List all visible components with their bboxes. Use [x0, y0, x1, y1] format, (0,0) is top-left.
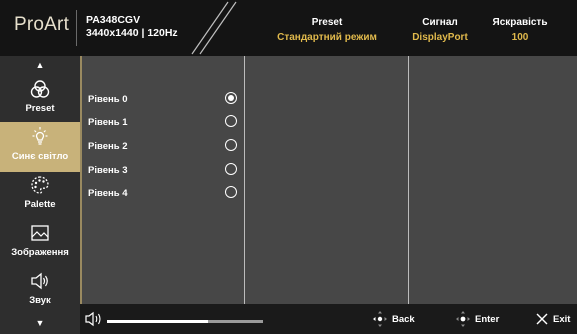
blue-light-icon [32, 127, 48, 145]
back-button[interactable]: Back [372, 309, 422, 329]
option-level-1[interactable]: Рівень 1 [88, 114, 238, 132]
osd-sidebar: ▲ Preset Синє світло Palette Зображення … [0, 56, 80, 334]
radio-icon[interactable] [225, 186, 237, 198]
option-label: Рівень 2 [88, 141, 128, 152]
header-slash-decoration [191, 1, 237, 55]
brightness-status-label: Яскравість [492, 17, 548, 28]
close-icon [536, 313, 548, 325]
preset-status-label: Preset [311, 17, 343, 28]
joystick-left-icon [373, 311, 387, 327]
enter-label: Enter [475, 314, 500, 325]
sidebar-item-blue-light[interactable]: Синє світло [0, 122, 80, 172]
osd-window: ProArt PA348CGV 3440x1440 | 120Hz Preset… [0, 0, 577, 334]
back-label: Back [392, 314, 415, 325]
logo-divider [76, 10, 77, 46]
sidebar-item-preset[interactable]: Preset [0, 74, 80, 124]
option-label: Рівень 0 [88, 94, 128, 105]
option-level-2[interactable]: Рівень 2 [88, 138, 238, 156]
sidebar-item-palette[interactable]: Palette [0, 170, 80, 220]
option-level-0[interactable]: Рівень 0 [88, 91, 238, 109]
brightness-status: Яскравість 100 [480, 15, 560, 45]
sidebar-item-image[interactable]: Зображення [0, 218, 80, 268]
sidebar-item-label: Синє світло [11, 151, 69, 162]
signal-status-label: Сигнал [422, 17, 458, 28]
volume-icon [85, 311, 101, 327]
signal-status-value: DisplayPort [412, 32, 468, 43]
proart-logo: ProArt [14, 14, 70, 35]
model-info: PA348CGV 3440x1440 | 120Hz [86, 14, 178, 40]
joystick-press-icon [456, 311, 470, 327]
radio-icon[interactable] [225, 163, 237, 175]
column-divider-2 [408, 56, 409, 304]
sidebar-panel-divider [80, 56, 82, 304]
sidebar-item-label: Preset [25, 103, 55, 114]
palette-icon [31, 176, 49, 194]
option-level-3[interactable]: Рівень 3 [88, 162, 238, 180]
sidebar-item-label: Звук [29, 295, 51, 306]
exit-label: Exit [553, 314, 571, 325]
brightness-status-value: 100 [511, 32, 529, 43]
volume-slider-fill [107, 320, 209, 323]
radio-selected-icon[interactable] [225, 92, 237, 104]
scroll-up-icon[interactable]: ▲ [0, 60, 80, 70]
option-label: Рівень 1 [88, 117, 128, 128]
osd-header: ProArt PA348CGV 3440x1440 | 120Hz Preset… [0, 0, 577, 56]
sidebar-item-sound[interactable]: Звук [0, 266, 80, 316]
radio-icon[interactable] [225, 115, 237, 127]
preset-icon [30, 80, 50, 98]
option-label: Рівень 4 [88, 188, 128, 199]
image-icon [31, 225, 49, 241]
resolution-info: 3440x1440 | 120Hz [86, 27, 178, 39]
scroll-down-icon[interactable]: ▼ [0, 318, 80, 328]
option-level-4[interactable]: Рівень 4 [88, 185, 238, 203]
preset-status-value: Стандартний режим [277, 32, 377, 43]
enter-button[interactable]: Enter [455, 309, 515, 329]
osd-footer: Back Enter Exit [80, 304, 577, 334]
exit-button[interactable]: Exit [535, 309, 575, 329]
option-label: Рівень 3 [88, 165, 128, 176]
options-panel: Рівень 0 Рівень 1 Рівень 2 Рівень 3 Ріве… [80, 56, 577, 304]
speaker-icon [31, 272, 48, 290]
model-name: PA348CGV [86, 14, 141, 26]
preset-status: Preset Стандартний режим [262, 15, 392, 45]
signal-status: Сигнал DisplayPort [400, 15, 480, 45]
column-divider-1 [244, 56, 245, 304]
radio-icon[interactable] [225, 139, 237, 151]
sidebar-item-label: Palette [24, 199, 56, 210]
volume-slider[interactable] [107, 320, 263, 323]
sidebar-item-label: Зображення [11, 247, 69, 258]
